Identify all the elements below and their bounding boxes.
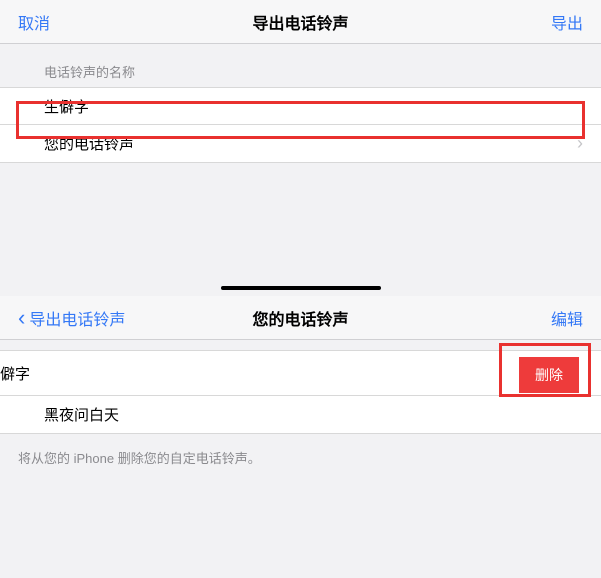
cancel-button[interactable]: 取消 [18, 10, 50, 34]
chevron-right-icon: › [577, 133, 583, 154]
your-ringtone-label: 您的电话铃声 [44, 133, 134, 154]
nav-bar-2: ‹ 导出电话铃声 您的电话铃声 编辑 [0, 296, 601, 340]
page-title-2: 您的电话铃声 [252, 306, 348, 330]
edit-button[interactable]: 编辑 [551, 306, 583, 330]
ringtone-item-label: 僻字 [0, 363, 30, 384]
home-indicator [221, 286, 381, 290]
ringtone-name-field[interactable]: 生僻字 [0, 87, 601, 125]
chevron-left-icon: ‹ [18, 305, 25, 331]
ringtone-row[interactable]: 黑夜问白天 [0, 396, 601, 434]
section-header-ringtone-name: 电话铃声的名称 [0, 44, 601, 87]
your-ringtone-row[interactable]: 您的电话铃声 › [0, 125, 601, 163]
your-ringtones-screen: ‹ 导出电话铃声 您的电话铃声 编辑 僻字 删除 黑夜问白天 将从您的 iPho… [0, 296, 601, 481]
export-ringtone-screen: 取消 导出电话铃声 导出 电话铃声的名称 生僻字 您的电话铃声 › [0, 0, 601, 163]
back-label: 导出电话铃声 [29, 306, 125, 330]
ringtone-name-value: 生僻字 [44, 96, 89, 117]
nav-bar: 取消 导出电话铃声 导出 [0, 0, 601, 44]
page-title: 导出电话铃声 [252, 10, 348, 34]
footer-note: 将从您的 iPhone 删除您的自定电话铃声。 [0, 434, 601, 481]
ringtone-item-label-2: 黑夜问白天 [44, 404, 119, 425]
delete-button[interactable]: 删除 [519, 357, 579, 393]
export-button[interactable]: 导出 [551, 10, 583, 34]
back-button[interactable]: ‹ 导出电话铃声 [18, 305, 125, 331]
ringtone-row-swiped[interactable]: 僻字 删除 [0, 350, 601, 396]
